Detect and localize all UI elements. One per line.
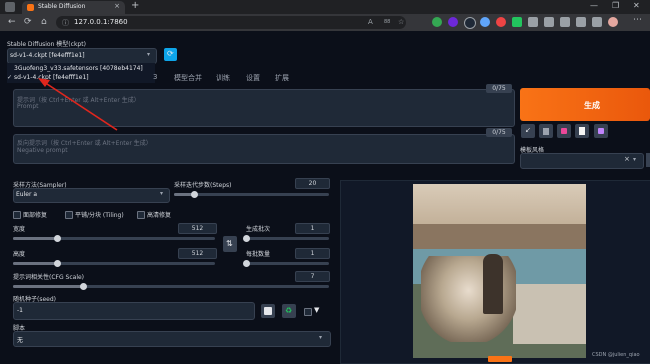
annotation-arrow <box>38 78 118 131</box>
arrow-line <box>43 81 118 131</box>
